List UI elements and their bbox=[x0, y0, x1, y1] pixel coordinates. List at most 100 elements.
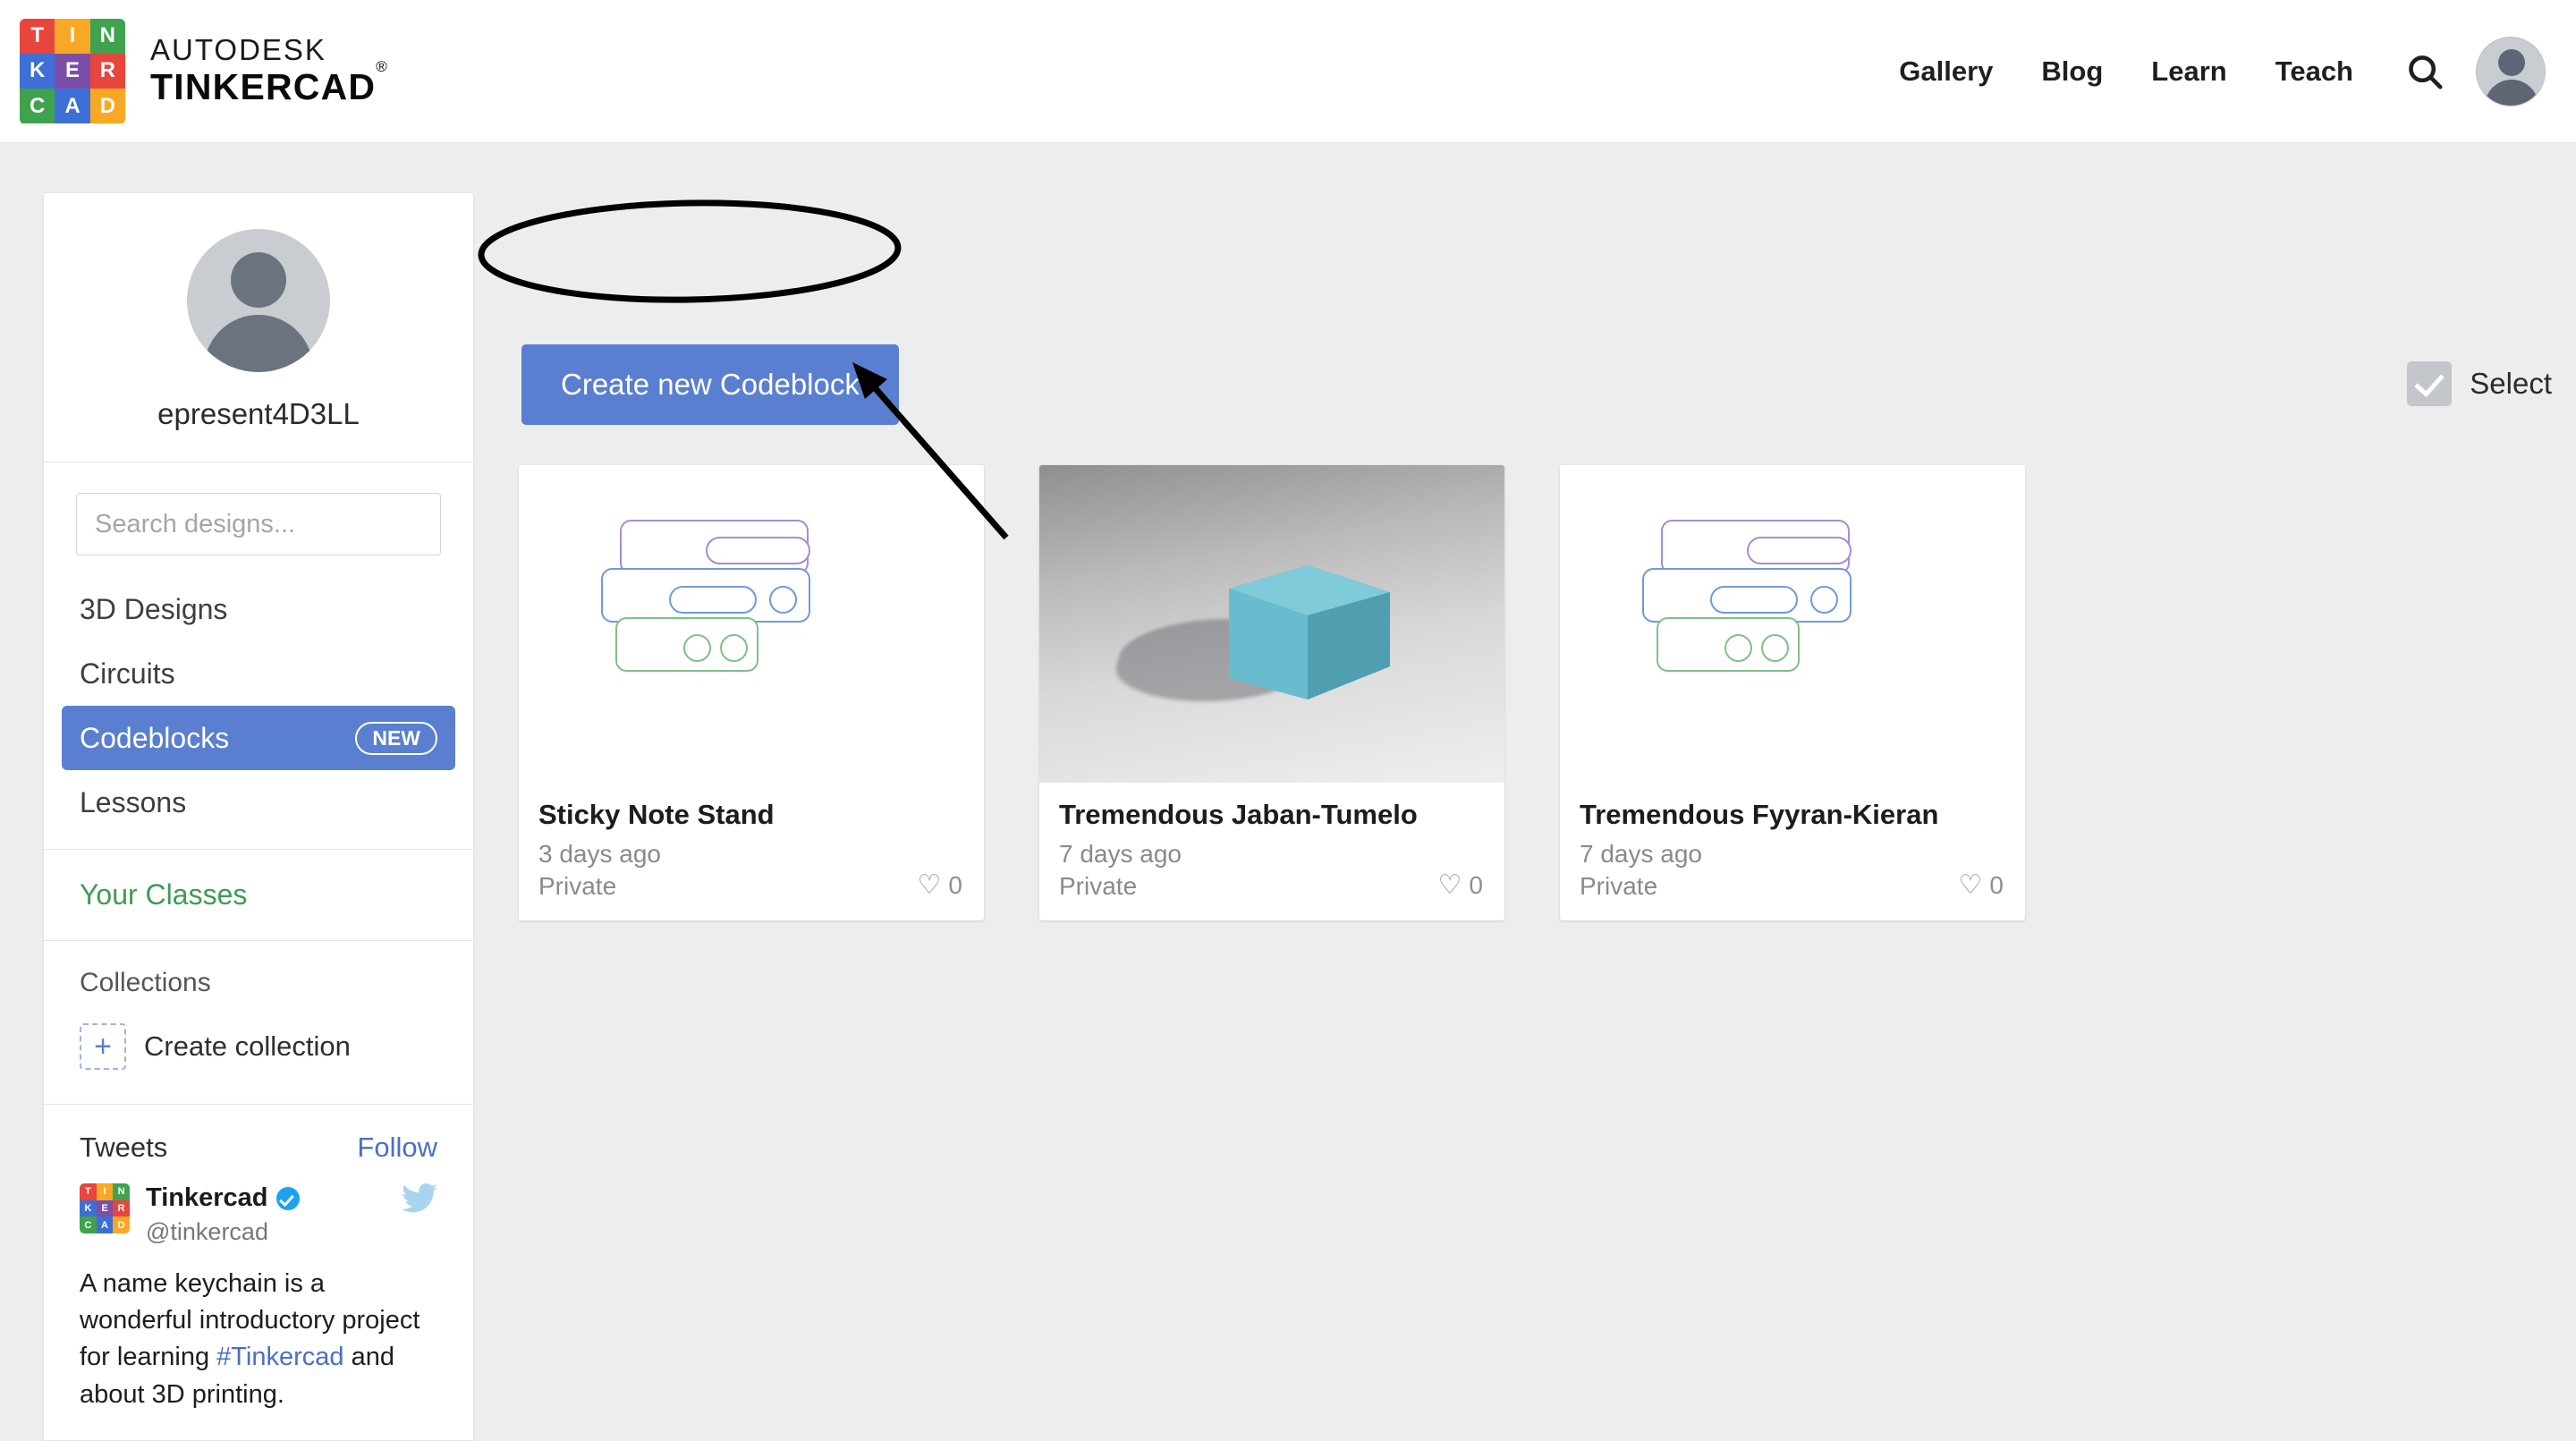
card-like-count: 0 bbox=[948, 871, 962, 900]
username-label: epresent4D3LL bbox=[44, 397, 473, 431]
avatar[interactable] bbox=[2476, 37, 2546, 106]
tweets-header: Tweets Follow bbox=[44, 1105, 473, 1180]
sidebar-item-codeblocks[interactable]: Codeblocks NEW bbox=[62, 706, 455, 770]
plus-icon: + bbox=[80, 1023, 126, 1070]
card-privacy: Private bbox=[538, 872, 964, 901]
logo-cell-d: D bbox=[90, 89, 125, 123]
card-date: 7 days ago bbox=[1059, 840, 1485, 869]
card-thumbnail[interactable] bbox=[519, 465, 984, 783]
card-likes[interactable]: ♡ 0 bbox=[1438, 869, 1483, 901]
new-badge: NEW bbox=[355, 722, 437, 755]
tweet-header: TINKERCAD Tinkercad @tinkercad bbox=[80, 1183, 437, 1246]
design-card[interactable]: Tremendous Jaban-Tumelo 7 days ago Priva… bbox=[1039, 465, 1504, 920]
sidebar-item-circuits[interactable]: Circuits bbox=[62, 641, 455, 706]
sidebar-item-your-classes[interactable]: Your Classes bbox=[44, 850, 473, 941]
logo-cell-i: I bbox=[97, 1183, 114, 1200]
avatar-body-shape bbox=[2485, 80, 2538, 106]
card-info: Sticky Note Stand 3 days ago Private ♡ 0 bbox=[519, 783, 984, 920]
card-info: Tremendous Fyyran-Kieran 7 days ago Priv… bbox=[1560, 783, 2025, 920]
logo-cell-e: E bbox=[97, 1200, 114, 1217]
card-likes[interactable]: ♡ 0 bbox=[918, 869, 962, 901]
create-collection-button[interactable]: + Create collection bbox=[80, 1023, 437, 1070]
nav-gallery[interactable]: Gallery bbox=[1875, 55, 2017, 88]
logo-cell-e: E bbox=[55, 54, 89, 89]
logo-cell-r: R bbox=[90, 54, 125, 89]
codeblock-circle bbox=[1761, 634, 1789, 662]
codeblock-circle bbox=[1724, 634, 1752, 662]
top-header-bar: TINKERCAD AUTODESK TINKERCAD® Gallery Bl… bbox=[0, 0, 2576, 143]
logo-cell-a: A bbox=[55, 89, 89, 123]
tweet-account: Tinkercad @tinkercad bbox=[146, 1183, 300, 1246]
logo-cell-k: K bbox=[80, 1200, 97, 1217]
codeblock-pill bbox=[1747, 537, 1852, 564]
tweet-account-name: Tinkercad bbox=[146, 1183, 300, 1213]
sidebar: epresent4D3LL 3D Designs Circuits Codebloc… bbox=[43, 192, 474, 1441]
primary-navigation: Gallery Blog Learn Teach bbox=[1875, 37, 2546, 106]
codeblock-circle bbox=[1810, 586, 1838, 614]
nav-blog[interactable]: Blog bbox=[2017, 55, 2127, 88]
sidebar-avatar-body-shape bbox=[204, 315, 313, 372]
card-date: 3 days ago bbox=[538, 840, 964, 869]
twitter-icon bbox=[402, 1183, 437, 1218]
create-new-codeblock-button[interactable]: Create new Codeblock bbox=[521, 344, 899, 425]
design-card[interactable]: Sticky Note Stand 3 days ago Private ♡ 0 bbox=[519, 465, 984, 920]
codeblock-pill bbox=[1710, 586, 1798, 614]
sidebar-avatar[interactable] bbox=[187, 229, 330, 372]
heart-icon[interactable]: ♡ bbox=[1959, 869, 1983, 901]
heart-icon[interactable]: ♡ bbox=[918, 869, 942, 901]
create-collection-label: Create collection bbox=[144, 1030, 351, 1063]
sidebar-item-lessons[interactable]: Lessons bbox=[62, 770, 455, 835]
wordmark-autodesk: AUTODESK bbox=[150, 34, 388, 67]
heart-icon[interactable]: ♡ bbox=[1438, 869, 1462, 901]
logo-cell-k: K bbox=[20, 54, 55, 89]
sidebar-item-label: Lessons bbox=[80, 786, 186, 819]
sidebar-item-3d-designs[interactable]: 3D Designs bbox=[62, 577, 455, 641]
select-checkbox-icon[interactable] bbox=[2407, 361, 2452, 406]
codeblock-block-3 bbox=[1657, 617, 1800, 672]
card-thumbnail[interactable] bbox=[1039, 465, 1504, 783]
nav-learn[interactable]: Learn bbox=[2127, 55, 2250, 88]
card-info: Tremendous Jaban-Tumelo 7 days ago Priva… bbox=[1039, 783, 1504, 920]
logo-cell-t: T bbox=[20, 19, 55, 54]
tinkercad-logo-icon: TINKERCAD bbox=[20, 19, 125, 124]
card-like-count: 0 bbox=[1989, 871, 2004, 900]
tinkercad-logo-icon-small: TINKERCAD bbox=[80, 1183, 130, 1233]
page-body: epresent4D3LL 3D Designs Circuits Codebloc… bbox=[0, 143, 2576, 1411]
codeblock-pill bbox=[706, 537, 810, 564]
sidebar-item-label: Circuits bbox=[80, 657, 175, 691]
sidebar-search-wrapper bbox=[44, 462, 473, 564]
tweet-item[interactable]: TINKERCAD Tinkercad @tinkercad A name ke… bbox=[44, 1180, 473, 1440]
search-icon[interactable] bbox=[2397, 44, 2453, 99]
logo-cell-i: I bbox=[55, 19, 89, 54]
codeblock-pill bbox=[669, 586, 757, 614]
card-title: Tremendous Jaban-Tumelo bbox=[1059, 799, 1485, 831]
logo-cell-r: R bbox=[113, 1200, 130, 1217]
tweet-hashtag-link[interactable]: #Tinkercad bbox=[216, 1343, 343, 1371]
select-label: Select bbox=[2470, 367, 2552, 401]
card-date: 7 days ago bbox=[1580, 840, 2005, 869]
search-input[interactable] bbox=[76, 493, 441, 555]
sidebar-nav-list: 3D Designs Circuits Codeblocks NEW Lessons bbox=[44, 564, 473, 850]
sidebar-item-label: Codeblocks bbox=[80, 722, 229, 755]
select-toggle[interactable]: Select bbox=[2407, 361, 2552, 406]
codeblock-circle bbox=[683, 634, 711, 662]
logo-cell-a: A bbox=[97, 1216, 114, 1233]
codeblock-block-3 bbox=[615, 617, 758, 672]
design-card[interactable]: Tremendous Fyyran-Kieran 7 days ago Priv… bbox=[1560, 465, 2025, 920]
brand-logo[interactable]: TINKERCAD AUTODESK TINKERCAD® bbox=[20, 19, 388, 124]
avatar-head-shape bbox=[2498, 49, 2525, 76]
logo-cell-t: T bbox=[80, 1183, 97, 1200]
codeblock-circle bbox=[769, 586, 797, 614]
card-title: Tremendous Fyyran-Kieran bbox=[1580, 799, 2005, 831]
card-privacy: Private bbox=[1580, 872, 2005, 901]
twitter-follow-link[interactable]: Follow bbox=[357, 1132, 437, 1164]
designs-card-grid: Sticky Note Stand 3 days ago Private ♡ 0… bbox=[519, 465, 2025, 920]
codeblock-block-1 bbox=[620, 520, 809, 574]
logo-cell-d: D bbox=[113, 1216, 130, 1233]
card-likes[interactable]: ♡ 0 bbox=[1959, 869, 2004, 901]
card-privacy: Private bbox=[1059, 872, 1485, 901]
card-thumbnail[interactable] bbox=[1560, 465, 2025, 783]
codeblock-block-1 bbox=[1661, 520, 1850, 574]
tweet-account-name-text: Tinkercad bbox=[146, 1183, 267, 1213]
nav-teach[interactable]: Teach bbox=[2251, 55, 2377, 88]
